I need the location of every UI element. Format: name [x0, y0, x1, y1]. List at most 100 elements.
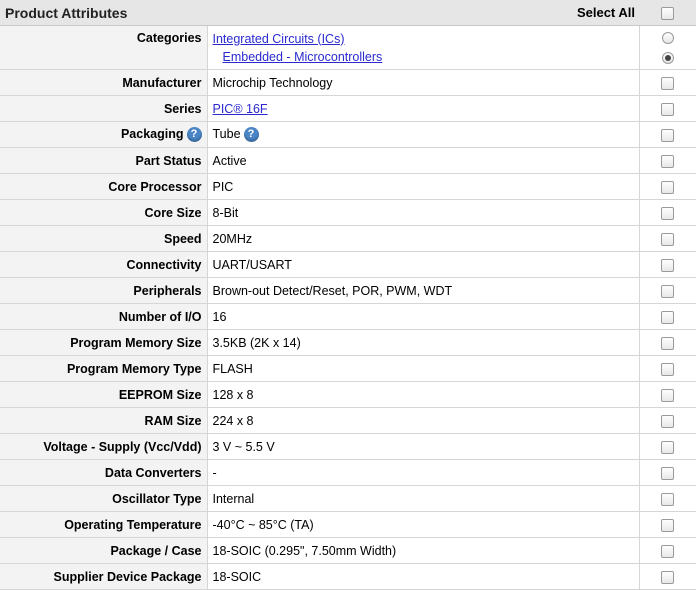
row-checkbox-cell	[639, 303, 696, 330]
table-row: RAM Size 224 x 8	[0, 407, 696, 434]
row-checkbox-cell	[639, 251, 696, 278]
row-value: Tube?	[207, 121, 640, 148]
row-checkbox[interactable]	[661, 388, 675, 402]
row-value: 3 V ~ 5.5 V	[207, 433, 640, 460]
value-text: 224 x 8	[212, 413, 254, 428]
row-label: Program Memory Type	[0, 355, 208, 382]
row-checkbox[interactable]	[661, 102, 675, 116]
row-checkbox[interactable]	[661, 336, 675, 350]
row-checkbox[interactable]	[661, 180, 675, 194]
row-value: 224 x 8	[207, 407, 640, 434]
row-label: Data Converters	[0, 459, 208, 486]
table-row: Program Memory Size 3.5KB (2K x 14)	[0, 329, 696, 356]
table-row: Oscillator Type Internal	[0, 485, 696, 512]
row-checkbox[interactable]	[661, 362, 675, 376]
value-text: Tube	[212, 126, 241, 141]
value-text: 3.5KB (2K x 14)	[212, 335, 301, 350]
table-row: Series PIC® 16F	[0, 95, 696, 122]
row-checkbox-cell	[639, 173, 696, 200]
row-checkbox[interactable]	[661, 544, 675, 558]
value-text: 18-SOIC (0.295", 7.50mm Width)	[212, 543, 397, 558]
row-value: FLASH	[207, 355, 640, 382]
table-row: EEPROM Size 128 x 8	[0, 381, 696, 408]
row-checkbox[interactable]	[661, 258, 675, 272]
row-checkbox[interactable]	[661, 232, 675, 246]
value-text: 18-SOIC	[212, 569, 262, 584]
help-icon[interactable]: ?	[243, 127, 259, 143]
value-text: FLASH	[212, 361, 253, 376]
row-label-text: RAM Size	[144, 413, 202, 428]
row-label-text: Packaging	[120, 126, 184, 141]
value-text: 8-Bit	[212, 205, 239, 220]
category-link[interactable]: Integrated Circuits (ICs)	[213, 30, 639, 48]
row-label: Packaging?	[0, 121, 208, 148]
value-link[interactable]: PIC® 16F	[213, 102, 268, 116]
row-checkbox[interactable]	[661, 440, 675, 454]
row-checkbox[interactable]	[661, 492, 675, 506]
row-label-text: Core Processor	[108, 179, 202, 194]
row-label: Categories	[0, 25, 208, 70]
row-checkbox-cell	[639, 329, 696, 356]
row-value: UART/USART	[207, 251, 640, 278]
row-label-text: Connectivity	[126, 257, 202, 272]
row-checkbox[interactable]	[661, 466, 675, 480]
row-label-text: Speed	[163, 231, 202, 246]
row-label: Speed	[0, 225, 208, 252]
row-checkbox-cell	[639, 511, 696, 538]
row-label-text: Package / Case	[110, 543, 202, 558]
row-label-text: Supplier Device Package	[53, 569, 202, 584]
row-label: Core Size	[0, 199, 208, 226]
row-checkbox[interactable]	[661, 154, 675, 168]
product-attributes-table: Product Attributes Select All Categories…	[0, 0, 696, 590]
value-text: Internal	[212, 491, 255, 506]
value-text: 128 x 8	[212, 387, 254, 402]
row-checkbox-cell	[639, 485, 696, 512]
row-value: 20MHz	[207, 225, 640, 252]
subcategory-link[interactable]: Embedded - Microcontrollers	[213, 48, 639, 66]
row-value: 18-SOIC (0.295", 7.50mm Width)	[207, 537, 640, 564]
row-checkbox[interactable]	[661, 76, 675, 90]
value-text: Microchip Technology	[212, 75, 333, 90]
row-label-text: Core Size	[144, 205, 202, 220]
category-radio-cell	[639, 25, 696, 70]
row-checkbox-cell	[639, 121, 696, 148]
row-label: Oscillator Type	[0, 485, 208, 512]
category-radio-1[interactable]	[661, 51, 674, 64]
row-label-text: Series	[163, 101, 202, 116]
row-checkbox-cell	[639, 277, 696, 304]
table-row: Program Memory Type FLASH	[0, 355, 696, 382]
row-label-text: Number of I/O	[118, 309, 202, 324]
value-text: UART/USART	[212, 257, 292, 272]
row-checkbox[interactable]	[661, 414, 675, 428]
row-label-text: Peripherals	[133, 283, 202, 298]
row-label-text: Program Memory Type	[66, 361, 202, 376]
table-row: Package / Case 18-SOIC (0.295", 7.50mm Wi…	[0, 537, 696, 564]
table-row: Number of I/O 16	[0, 303, 696, 330]
row-value: PIC® 16F	[207, 95, 640, 122]
value-text: 16	[212, 309, 227, 324]
row-label-text: Part Status	[135, 153, 202, 168]
row-checkbox-cell	[639, 355, 696, 382]
row-label: Voltage - Supply (Vcc/Vdd)	[0, 433, 208, 460]
row-checkbox[interactable]	[661, 310, 675, 324]
row-value: Microchip Technology	[207, 69, 640, 96]
row-label-text: Oscillator Type	[112, 491, 202, 506]
help-icon[interactable]: ?	[186, 127, 202, 143]
select-all-checkbox-cell	[639, 0, 696, 26]
row-checkbox[interactable]	[661, 570, 675, 584]
table-row: Core Processor PIC	[0, 173, 696, 200]
row-checkbox[interactable]	[661, 284, 675, 298]
row-checkbox[interactable]	[661, 128, 675, 142]
row-label: RAM Size	[0, 407, 208, 434]
row-checkbox-cell	[639, 225, 696, 252]
row-checkbox[interactable]	[661, 518, 675, 532]
row-label: Number of I/O	[0, 303, 208, 330]
row-label: Part Status	[0, 147, 208, 174]
select-all-label[interactable]: Select All	[207, 0, 639, 26]
category-radio-0[interactable]	[661, 31, 674, 44]
row-checkbox[interactable]	[661, 206, 675, 220]
table-row: Data Converters -	[0, 459, 696, 486]
row-label: Connectivity	[0, 251, 208, 278]
select-all-checkbox[interactable]	[661, 7, 674, 21]
row-label: Operating Temperature	[0, 511, 208, 538]
